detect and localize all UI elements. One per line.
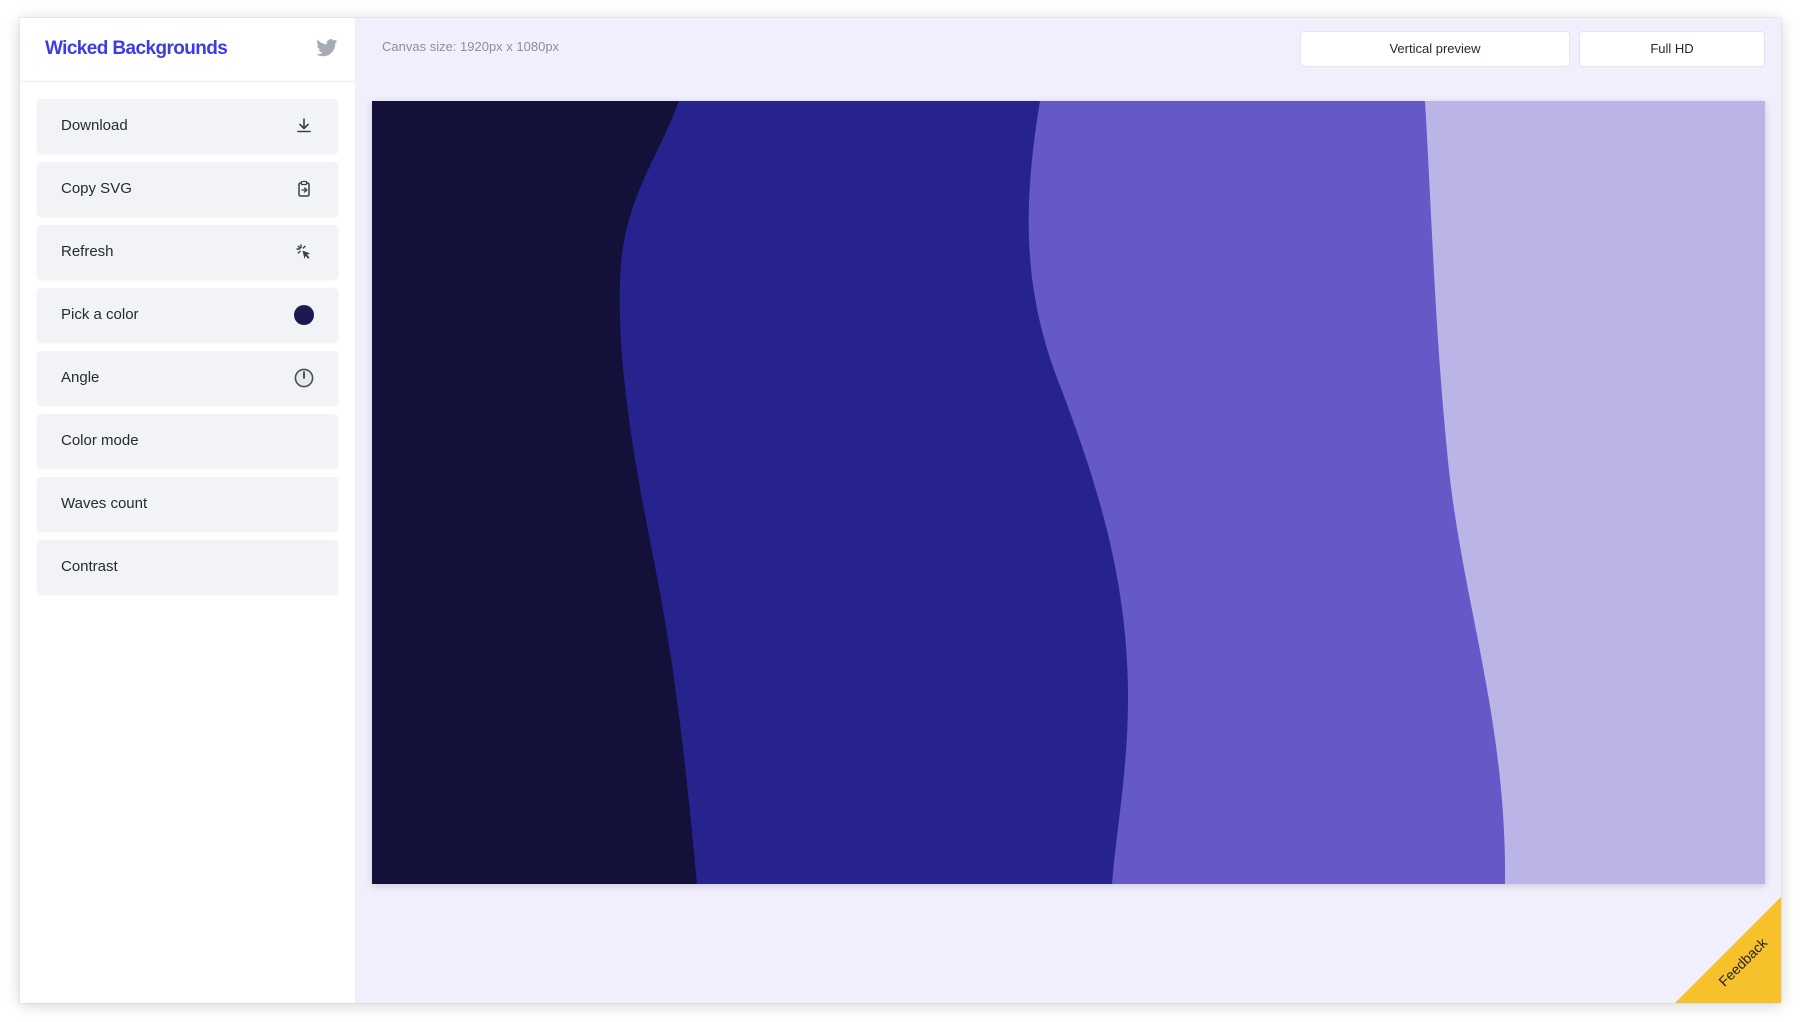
twitter-icon[interactable] <box>316 39 338 57</box>
waves-count-label: Waves count <box>61 495 148 512</box>
download-icon <box>297 118 311 133</box>
wave-preview-canvas <box>372 101 1765 884</box>
refresh-label: Refresh <box>61 243 114 260</box>
waves-count-button[interactable]: Waves count <box>37 477 338 531</box>
sparkle-cursor-icon <box>296 244 310 259</box>
download-label: Download <box>61 117 128 134</box>
pick-color-label: Pick a color <box>61 306 139 323</box>
app-window: Wicked Backgrounds Download Copy SVG Ref… <box>20 18 1781 1003</box>
refresh-button[interactable]: Refresh <box>37 225 338 279</box>
brand-row: Wicked Backgrounds <box>20 18 355 82</box>
copy-svg-button[interactable]: Copy SVG <box>37 162 338 216</box>
copy-svg-label: Copy SVG <box>61 180 132 197</box>
clock-icon <box>294 368 314 388</box>
sidebar: Wicked Backgrounds Download Copy SVG Ref… <box>20 18 355 1003</box>
color-mode-button[interactable]: Color mode <box>37 414 338 468</box>
vertical-preview-button[interactable]: Vertical preview <box>1300 31 1570 67</box>
pick-color-button[interactable]: Pick a color <box>37 288 338 342</box>
download-button[interactable]: Download <box>37 99 338 153</box>
full-hd-button[interactable]: Full HD <box>1579 31 1765 67</box>
contrast-label: Contrast <box>61 558 118 575</box>
color-mode-label: Color mode <box>61 432 139 449</box>
angle-label: Angle <box>61 369 100 386</box>
clipboard-icon <box>298 180 310 197</box>
contrast-button[interactable]: Contrast <box>37 540 338 594</box>
canvas-size-text: Canvas size: 1920px x 1080px <box>382 39 560 54</box>
app-logo[interactable]: Wicked Backgrounds <box>45 38 228 60</box>
color-swatch-icon[interactable] <box>294 305 314 325</box>
angle-button[interactable]: Angle <box>37 351 338 405</box>
